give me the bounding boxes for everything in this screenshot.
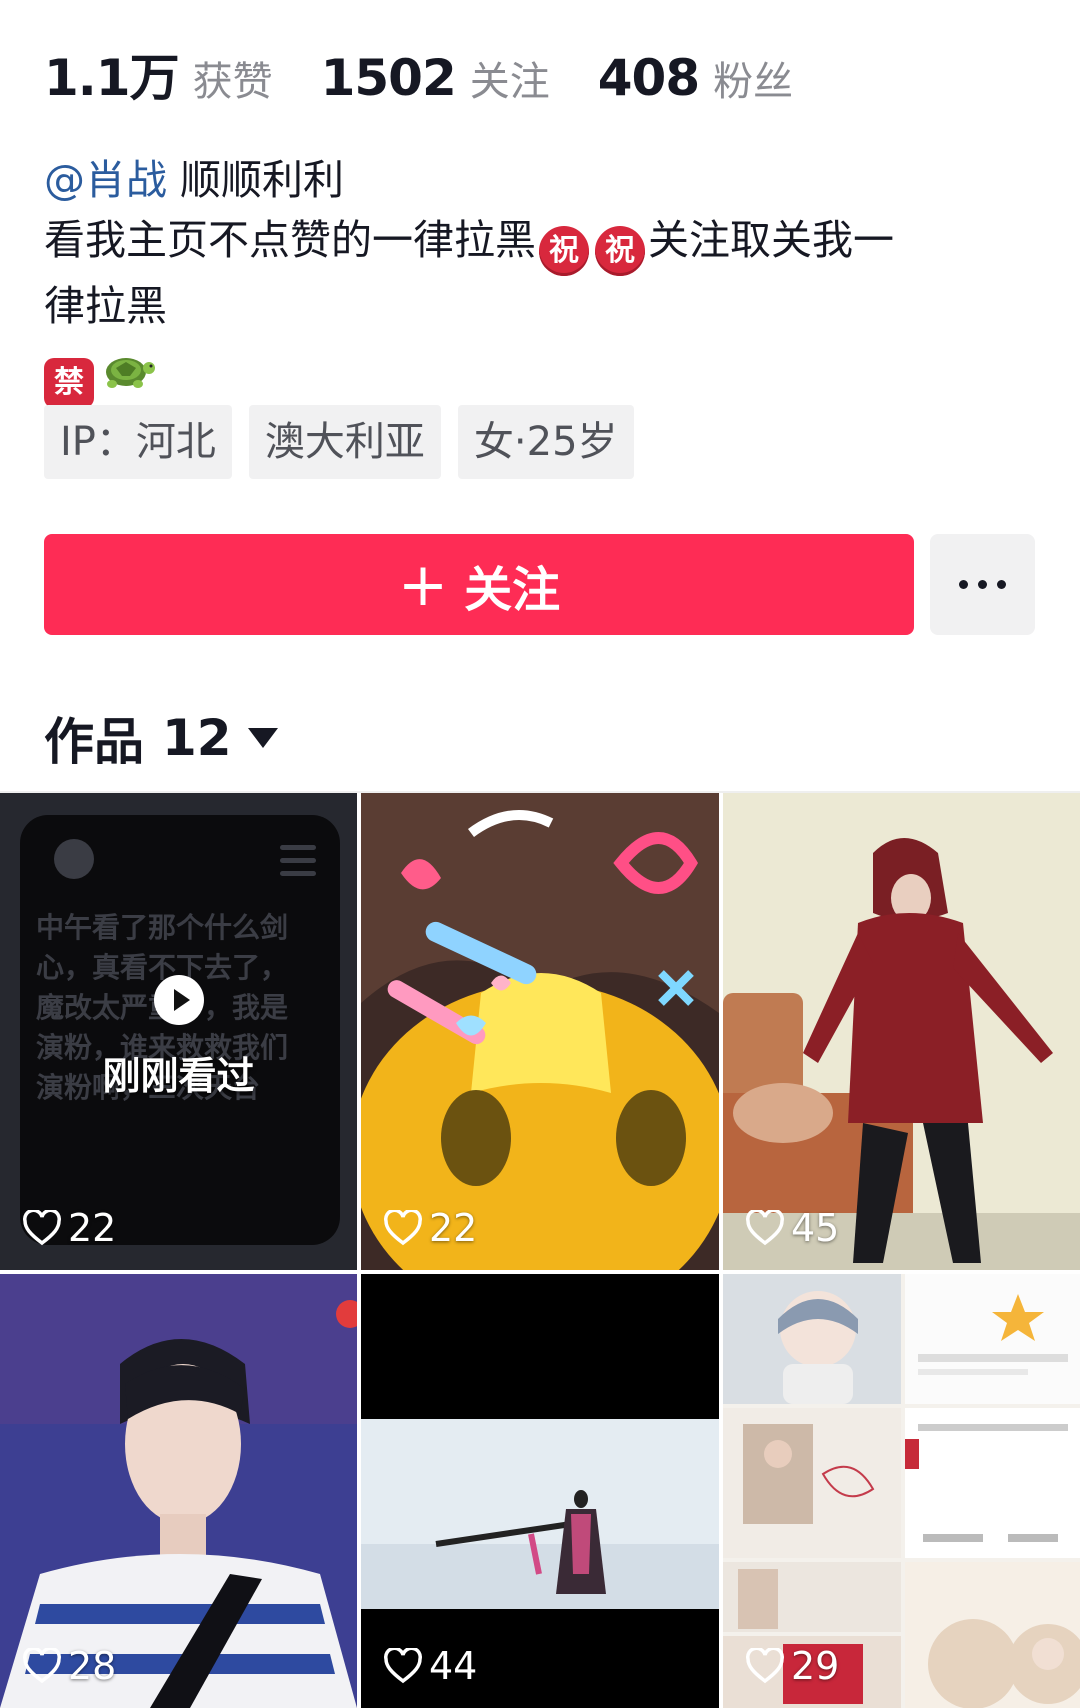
dancing-person-image (723, 793, 1080, 1270)
works-count: 12 (162, 709, 232, 767)
heart-icon (746, 1210, 784, 1246)
like-count: 45 (745, 1206, 839, 1250)
like-count-value: 22 (429, 1206, 478, 1250)
stat-following[interactable]: 1502 关注 (321, 49, 550, 107)
heart-icon (384, 1210, 422, 1246)
heart-icon (23, 1648, 61, 1684)
like-count: 44 (383, 1644, 477, 1688)
profile-stats: 1.1万 获赞 1502 关注 408 粉丝 (44, 38, 841, 108)
like-count-value: 28 (68, 1644, 117, 1688)
video-thumbnail[interactable]: 45 (723, 793, 1080, 1270)
works-label: 作品 (44, 713, 144, 771)
more-dots-icon (997, 580, 1006, 589)
follow-button-label: 关注 (464, 561, 561, 618)
following-label: 关注 (469, 59, 550, 105)
profile-tags: IP：河北 澳大利亚 女·25岁 (44, 405, 651, 479)
following-count: 1502 (320, 49, 457, 107)
merchandise-collage-image (723, 1274, 1080, 1708)
video-thumbnail[interactable]: 中午看了那个什么剑心，真看不下去了，魔改太严重了，我是演粉，谁来救救我们演粉啊，… (0, 793, 357, 1270)
likes-label: 获赞 (192, 59, 273, 105)
concert-portrait-image (0, 1274, 357, 1708)
costume-scene-image (361, 1274, 719, 1708)
cartoon-sticker-image (361, 793, 719, 1270)
follow-button[interactable]: + 关注 (44, 534, 914, 635)
avatar (54, 839, 94, 879)
like-count-value: 45 (791, 1206, 840, 1250)
jin-emoji-icon: 禁 (44, 358, 94, 408)
zhu-emoji-icon: 祝 (595, 226, 645, 276)
plus-icon: + (397, 549, 449, 620)
video-thumbnail[interactable]: 22 (361, 793, 719, 1270)
bio-text: 顺顺利利 (167, 156, 345, 204)
like-count: 22 (22, 1206, 116, 1250)
heart-icon (23, 1210, 61, 1246)
video-thumbnail[interactable]: 28 (0, 1274, 357, 1708)
likes-count: 1.1万 (44, 49, 180, 107)
tag-region: 澳大利亚 (248, 405, 441, 479)
video-grid: 中午看了那个什么剑心，真看不下去了，魔改太严重了，我是演粉，谁来救救我们演粉啊，… (0, 793, 1080, 1708)
video-thumbnail[interactable]: 29 (723, 1274, 1080, 1708)
more-dots-icon (959, 580, 968, 589)
heart-icon (746, 1648, 784, 1684)
works-tab[interactable]: 作品 12 (44, 702, 278, 774)
bio-mention-link[interactable]: @肖战 (44, 156, 167, 204)
like-count-value: 29 (791, 1644, 840, 1688)
recently-viewed-label: 刚刚看过 (102, 1054, 255, 1098)
bio-text: 律拉黑 (44, 282, 167, 330)
heart-icon (384, 1648, 422, 1684)
caret-down-icon[interactable] (247, 728, 278, 748)
tag-gender-age: 女·25岁 (457, 405, 634, 479)
zhu-emoji-icon: 祝 (539, 226, 589, 276)
like-count: 28 (22, 1644, 116, 1688)
profile-bio: @肖战 顺顺利利 看我主页不点赞的一律拉黑祝祝关注取关我一 律拉黑 禁 (44, 150, 1034, 408)
like-count: 29 (745, 1644, 839, 1688)
more-options-button[interactable] (930, 534, 1035, 635)
play-icon (154, 975, 204, 1025)
menu-icon (280, 845, 316, 884)
like-count: 22 (383, 1206, 477, 1250)
tag-ip-location: IP：河北 (44, 405, 232, 479)
like-count-value: 22 (68, 1206, 117, 1250)
like-count-value: 44 (429, 1644, 478, 1688)
followers-label: 粉丝 (713, 59, 794, 105)
turtle-icon (106, 358, 155, 388)
bio-text: 关注取关我一 (648, 216, 894, 264)
stat-likes[interactable]: 1.1万 获赞 (44, 38, 273, 110)
video-thumbnail[interactable]: 44 (361, 1274, 719, 1708)
more-dots-icon (978, 580, 987, 589)
stat-followers[interactable]: 408 粉丝 (598, 49, 793, 107)
bio-text: 看我主页不点赞的一律拉黑 (44, 216, 536, 264)
followers-count: 408 (597, 49, 700, 107)
